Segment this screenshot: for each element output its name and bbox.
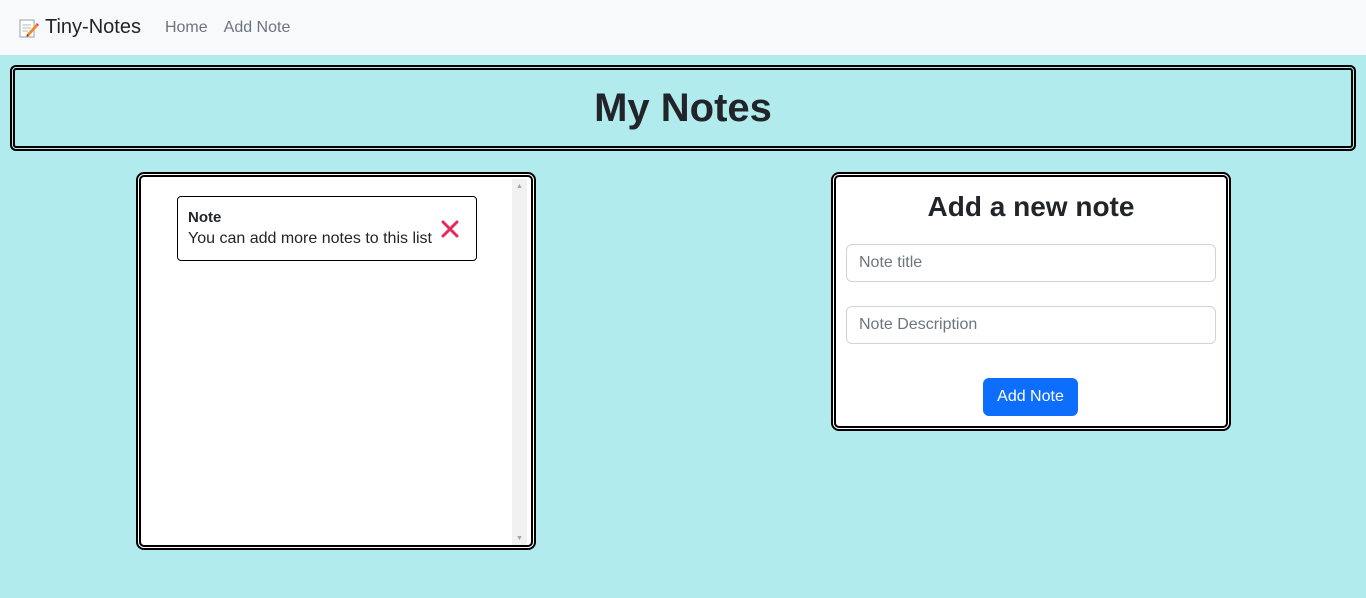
- note-description-input[interactable]: [846, 306, 1216, 344]
- page-title: My Notes: [594, 85, 772, 130]
- add-note-form: Add a new note Add Note: [831, 172, 1231, 431]
- note-card: Note You can add more notes to this list: [177, 196, 477, 261]
- notes-list-panel[interactable]: Note You can add more notes to this list…: [136, 172, 536, 550]
- close-icon: [441, 220, 459, 238]
- note-title: Note: [188, 209, 222, 226]
- page-header: My Notes: [10, 65, 1356, 151]
- scroll-up-arrow-icon[interactable]: ▲: [512, 179, 527, 193]
- notes-scrollbar[interactable]: ▲ ▼: [512, 179, 527, 545]
- brand-link[interactable]: Tiny-Notes: [17, 16, 141, 39]
- add-note-button[interactable]: Add Note: [983, 378, 1078, 416]
- form-title: Add a new note: [927, 191, 1135, 222]
- navbar: Tiny-Notes Home Add Note: [0, 0, 1366, 55]
- scroll-down-arrow-icon[interactable]: ▼: [512, 531, 527, 545]
- brand-name: Tiny-Notes: [45, 16, 141, 38]
- memo-icon: [17, 17, 39, 39]
- nav-link-home[interactable]: Home: [165, 19, 208, 37]
- note-title-input[interactable]: [846, 244, 1216, 282]
- delete-note-button[interactable]: [440, 219, 460, 239]
- note-description: You can add more notes to this list: [188, 230, 432, 247]
- nav-link-add-note[interactable]: Add Note: [224, 19, 291, 37]
